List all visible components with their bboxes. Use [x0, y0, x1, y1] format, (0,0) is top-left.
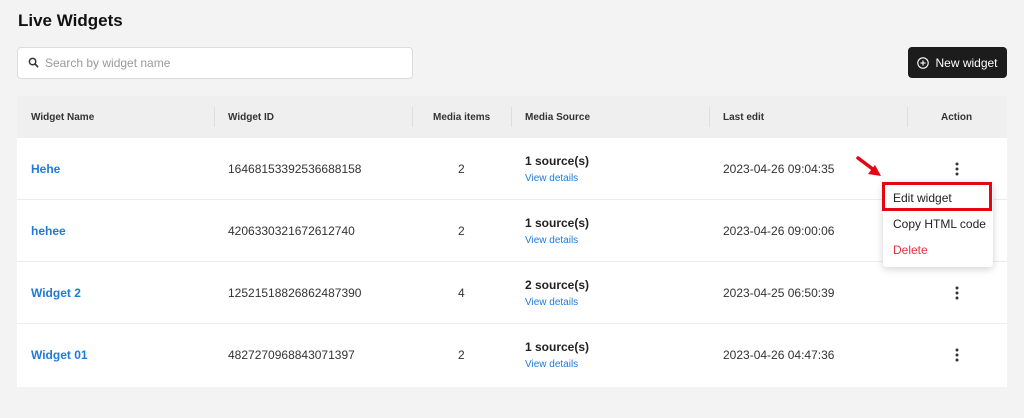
- column-header-widget-id[interactable]: Widget ID: [228, 96, 274, 138]
- new-widget-label: New widget: [935, 55, 998, 70]
- last-edit-time: 2023-04-26 09:00:06: [723, 224, 835, 238]
- kebab-menu-icon[interactable]: [949, 161, 965, 177]
- source-count: 1 source(s): [525, 340, 590, 354]
- media-items-count: 2: [458, 162, 465, 176]
- column-divider: [214, 107, 215, 127]
- widget-name-link[interactable]: Widget 2: [31, 286, 81, 300]
- column-divider: [511, 107, 512, 127]
- last-edit-time: 2023-04-26 04:47:36: [723, 348, 835, 362]
- widget-id: 16468153392536688158: [228, 162, 362, 176]
- page-title: Live Widgets: [18, 11, 123, 30]
- column-header-media-items[interactable]: Media items: [433, 96, 490, 138]
- view-details-link[interactable]: View details: [525, 235, 578, 246]
- last-edit-time: 2023-04-26 09:04:35: [723, 162, 835, 176]
- source-count: 1 source(s): [525, 216, 590, 230]
- search-input[interactable]: [45, 56, 395, 70]
- widget-id: 4206330321672612740: [228, 224, 355, 238]
- plus-circle-icon: [917, 56, 930, 69]
- kebab-menu-icon[interactable]: [949, 285, 965, 301]
- table-header: Widget Name Widget ID Media items Media …: [17, 96, 1007, 138]
- kebab-menu-icon[interactable]: [949, 347, 965, 363]
- media-source: 2 source(s) View details: [525, 262, 589, 324]
- widget-name-link[interactable]: hehee: [31, 224, 66, 238]
- media-items-count: 2: [458, 224, 465, 238]
- table-row: Widget 01 4827270968843071397 2 1 source…: [17, 324, 1007, 386]
- source-count: 2 source(s): [525, 278, 590, 292]
- media-items-count: 2: [458, 348, 465, 362]
- column-divider: [709, 107, 710, 127]
- column-divider: [412, 107, 413, 127]
- search-box[interactable]: [17, 47, 413, 79]
- media-items-count: 4: [458, 286, 465, 300]
- last-edit-time: 2023-04-25 06:50:39: [723, 286, 835, 300]
- highlight-box: [882, 182, 992, 211]
- table-row: Widget 2 12521518826862487390 4 2 source…: [17, 262, 1007, 324]
- media-source: 1 source(s) View details: [525, 138, 589, 200]
- widget-name-link[interactable]: Hehe: [31, 162, 60, 176]
- search-icon: [28, 57, 40, 69]
- new-widget-button[interactable]: New widget: [908, 47, 1007, 78]
- column-header-action: Action: [941, 111, 973, 123]
- widget-id: 12521518826862487390: [228, 286, 362, 300]
- media-source: 1 source(s) View details: [525, 324, 589, 386]
- widget-name-link[interactable]: Widget 01: [31, 348, 88, 362]
- widget-id: 4827270968843071397: [228, 348, 355, 362]
- red-arrow-icon: [856, 156, 881, 176]
- column-header-last-edit[interactable]: Last edit: [723, 96, 764, 138]
- menu-item-copy-html-code[interactable]: Copy HTML code: [893, 217, 986, 231]
- table-row: hehee 4206330321672612740 2 1 source(s) …: [17, 200, 1007, 262]
- menu-item-delete[interactable]: Delete: [893, 243, 928, 257]
- column-divider: [907, 107, 908, 127]
- widgets-table: Widget Name Widget ID Media items Media …: [17, 96, 1007, 387]
- view-details-link[interactable]: View details: [525, 359, 578, 370]
- source-count: 1 source(s): [525, 154, 590, 168]
- view-details-link[interactable]: View details: [525, 297, 578, 308]
- column-header-widget-name[interactable]: Widget Name: [31, 96, 94, 138]
- view-details-link[interactable]: View details: [525, 173, 578, 184]
- column-header-media-source[interactable]: Media Source: [525, 96, 590, 138]
- media-source: 1 source(s) View details: [525, 200, 589, 262]
